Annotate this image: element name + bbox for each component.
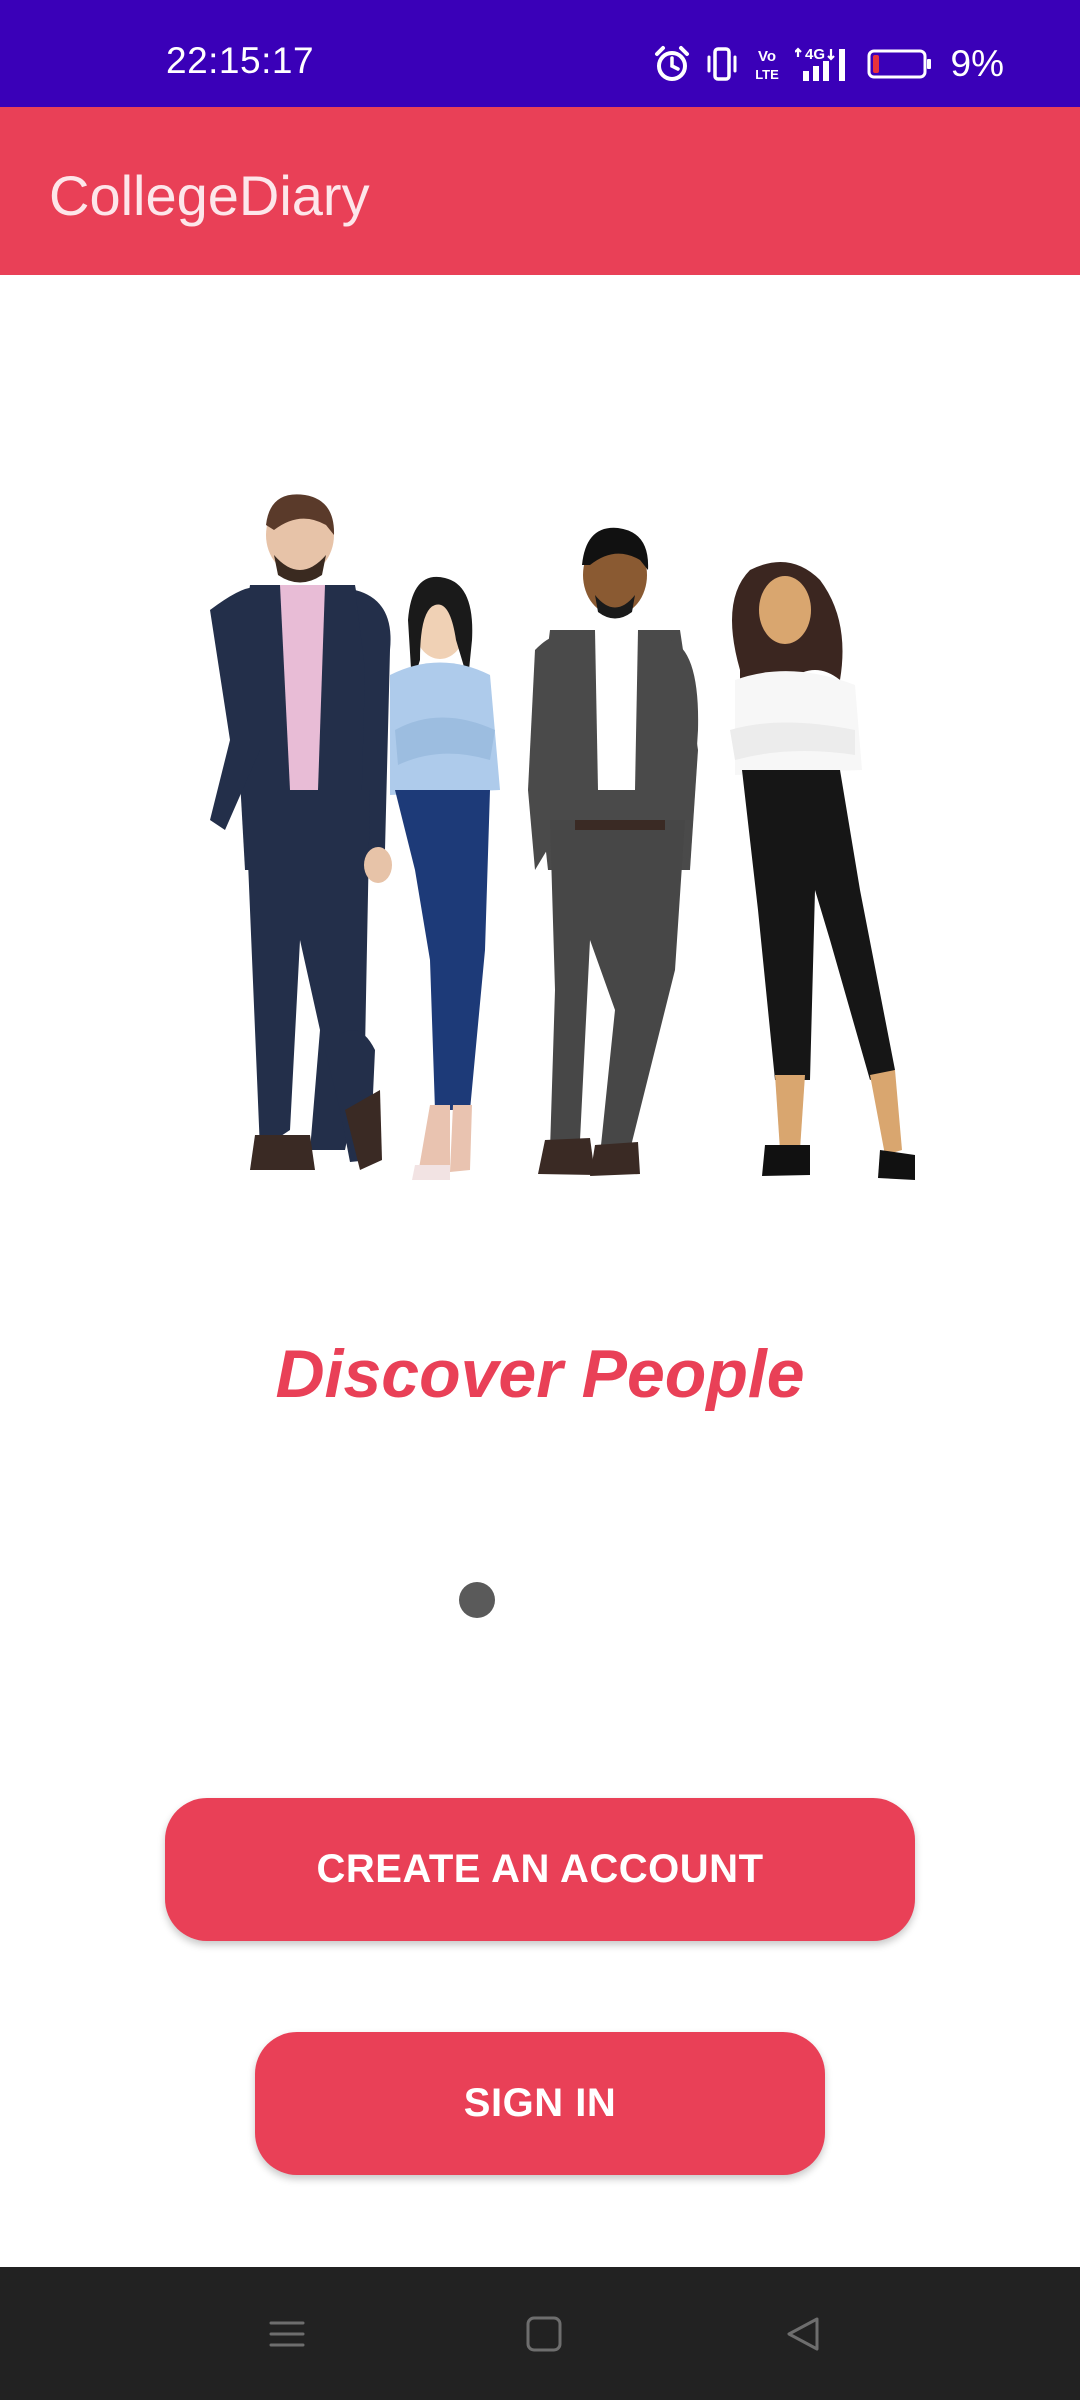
person-woman-blue-shirt (390, 576, 500, 1180)
navigation-bar (0, 2267, 1080, 2400)
volte-icon: Vo LTE (755, 48, 779, 82)
nav-menu-button[interactable] (227, 2267, 347, 2400)
home-icon (526, 2316, 562, 2351)
page-indicator-dot[interactable] (459, 1582, 495, 1618)
battery-icon (867, 49, 931, 79)
person-woman-white-shirt (730, 562, 915, 1180)
status-time: 22:15:17 (166, 40, 315, 81)
people-illustration (210, 494, 915, 1180)
battery-percent: 9% (950, 43, 1004, 84)
nav-back-button[interactable] (743, 2267, 863, 2400)
menu-icon (269, 2321, 305, 2346)
svg-text:Vo: Vo (757, 48, 775, 65)
back-icon (787, 2317, 819, 2350)
person-man-navy-suit (210, 494, 392, 1170)
person-man-gray-suit (528, 527, 699, 1176)
create-account-button[interactable]: CREATE AN ACCOUNT (165, 1798, 915, 1941)
nav-home-button[interactable] (484, 2267, 604, 2400)
svg-text:4G: 4G (805, 46, 825, 63)
status-bar: 22:15:17 Vo LTE 4G 9% (0, 0, 1080, 107)
screen: 22:15:17 Vo LTE 4G 9% CollegeDiary Disco… (0, 0, 1080, 2400)
sign-in-button[interactable]: SIGN IN (255, 2032, 825, 2175)
alarm-icon (654, 46, 689, 81)
signal-icon: 4G (794, 46, 845, 81)
vibrate-icon (707, 47, 737, 81)
app-bar: CollegeDiary (0, 107, 1080, 275)
headline: Discover People (275, 1336, 805, 1412)
status-icons: Vo LTE 4G 9% (653, 43, 1004, 84)
svg-text:LTE: LTE (755, 67, 779, 82)
app-title: CollegeDiary (49, 164, 370, 227)
